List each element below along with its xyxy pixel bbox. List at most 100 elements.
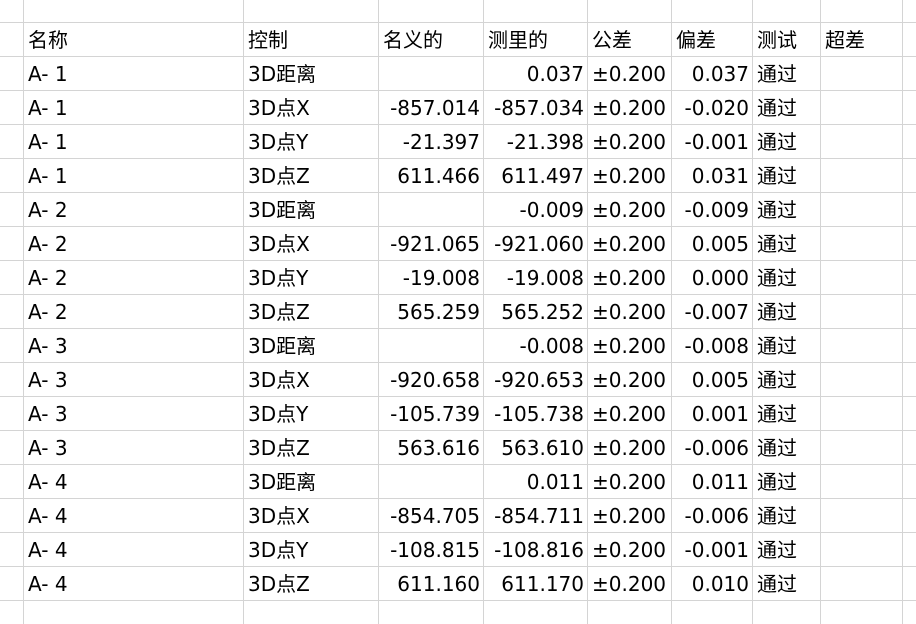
cell-name[interactable]: A- 1 [24,91,244,125]
header-cell-nominal[interactable]: 名义的 [379,23,484,57]
cell-test[interactable]: 通过 [753,159,821,193]
cell-measured[interactable]: -19.008 [484,261,588,295]
cell-test[interactable]: 通过 [753,125,821,159]
cell-deviation[interactable]: -0.006 [672,499,753,533]
cell-out-of-tolerance[interactable] [821,91,896,125]
cell-nominal[interactable] [379,57,484,91]
header-cell-out-of-tolerance[interactable]: 超差 [821,23,896,57]
cell-control[interactable]: 3D距离 [244,329,379,363]
cell-deviation[interactable]: 0.000 [672,261,753,295]
cell-tolerance[interactable]: ±0.200 [588,125,672,159]
cell-control[interactable]: 3D点Y [244,533,379,567]
cell-measured[interactable]: 0.011 [484,465,588,499]
cell-name[interactable]: A- 2 [24,227,244,261]
header-cell-control[interactable]: 控制 [244,23,379,57]
cell-tolerance[interactable]: ±0.200 [588,533,672,567]
cell-nominal[interactable]: 611.466 [379,159,484,193]
cell-control[interactable]: 3D点Z [244,159,379,193]
cell-name[interactable]: A- 2 [24,261,244,295]
cell-out-of-tolerance[interactable] [821,125,896,159]
cell-test[interactable]: 通过 [753,431,821,465]
cell-deviation[interactable]: 0.031 [672,159,753,193]
cell-deviation[interactable]: 0.037 [672,57,753,91]
cell-test[interactable]: 通过 [753,57,821,91]
cell-control[interactable]: 3D距离 [244,465,379,499]
cell-measured[interactable]: 611.170 [484,567,588,601]
cell-name[interactable]: A- 3 [24,329,244,363]
cell-nominal[interactable]: -921.065 [379,227,484,261]
cell-test[interactable]: 通过 [753,193,821,227]
cell-control[interactable]: 3D点Y [244,397,379,431]
cell-nominal[interactable] [379,465,484,499]
cell-nominal[interactable]: -21.397 [379,125,484,159]
cell-tolerance[interactable]: ±0.200 [588,329,672,363]
cell-out-of-tolerance[interactable] [821,499,896,533]
cell-out-of-tolerance[interactable] [821,193,896,227]
cell-out-of-tolerance[interactable] [821,465,896,499]
cell-measured[interactable]: -0.008 [484,329,588,363]
cell-control[interactable]: 3D点Z [244,295,379,329]
cell-nominal[interactable]: -854.705 [379,499,484,533]
cell-nominal[interactable]: -920.658 [379,363,484,397]
cell-name[interactable]: A- 1 [24,125,244,159]
cell-tolerance[interactable]: ±0.200 [588,159,672,193]
cell-control[interactable]: 3D点X [244,227,379,261]
cell-out-of-tolerance[interactable] [821,329,896,363]
cell-out-of-tolerance[interactable] [821,397,896,431]
cell-control[interactable]: 3D距离 [244,57,379,91]
cell-name[interactable]: A- 3 [24,431,244,465]
cell-out-of-tolerance[interactable] [821,159,896,193]
cell-deviation[interactable]: -0.001 [672,533,753,567]
cell-control[interactable]: 3D点X [244,363,379,397]
cell-out-of-tolerance[interactable] [821,431,896,465]
cell-nominal[interactable]: -857.014 [379,91,484,125]
cell-control[interactable]: 3D点Z [244,431,379,465]
cell-control[interactable]: 3D点Z [244,567,379,601]
cell-test[interactable]: 通过 [753,465,821,499]
cell-test[interactable]: 通过 [753,499,821,533]
cell-tolerance[interactable]: ±0.200 [588,499,672,533]
cell-deviation[interactable]: 0.005 [672,363,753,397]
cell-out-of-tolerance[interactable] [821,567,896,601]
cell-nominal[interactable] [379,329,484,363]
cell-test[interactable]: 通过 [753,329,821,363]
header-cell-deviation[interactable]: 偏差 [672,23,753,57]
cell-test[interactable]: 通过 [753,363,821,397]
cell-test[interactable]: 通过 [753,227,821,261]
cell-tolerance[interactable]: ±0.200 [588,465,672,499]
cell-measured[interactable]: -854.711 [484,499,588,533]
cell-test[interactable]: 通过 [753,91,821,125]
cell-out-of-tolerance[interactable] [821,57,896,91]
cell-name[interactable]: A- 2 [24,193,244,227]
cell-tolerance[interactable]: ±0.200 [588,261,672,295]
cell-nominal[interactable] [379,193,484,227]
cell-nominal[interactable]: -105.739 [379,397,484,431]
cell-name[interactable]: A- 4 [24,567,244,601]
header-cell-name[interactable]: 名称 [24,23,244,57]
cell-name[interactable]: A- 4 [24,465,244,499]
cell-deviation[interactable]: 0.011 [672,465,753,499]
cell-nominal[interactable]: -19.008 [379,261,484,295]
header-cell-measured[interactable]: 测里的 [484,23,588,57]
cell-out-of-tolerance[interactable] [821,363,896,397]
cell-deviation[interactable]: -0.001 [672,125,753,159]
cell-test[interactable]: 通过 [753,261,821,295]
cell-measured[interactable]: 0.037 [484,57,588,91]
cell-deviation[interactable]: 0.005 [672,227,753,261]
cell-deviation[interactable]: -0.009 [672,193,753,227]
cell-tolerance[interactable]: ±0.200 [588,397,672,431]
cell-tolerance[interactable]: ±0.200 [588,193,672,227]
cell-tolerance[interactable]: ±0.200 [588,91,672,125]
cell-name[interactable]: A- 1 [24,57,244,91]
cell-tolerance[interactable]: ±0.200 [588,567,672,601]
cell-control[interactable]: 3D距离 [244,193,379,227]
cell-nominal[interactable]: 611.160 [379,567,484,601]
cell-nominal[interactable]: -108.815 [379,533,484,567]
cell-measured[interactable]: 611.497 [484,159,588,193]
cell-out-of-tolerance[interactable] [821,295,896,329]
cell-test[interactable]: 通过 [753,533,821,567]
cell-measured[interactable]: -105.738 [484,397,588,431]
cell-tolerance[interactable]: ±0.200 [588,227,672,261]
cell-name[interactable]: A- 1 [24,159,244,193]
cell-tolerance[interactable]: ±0.200 [588,431,672,465]
